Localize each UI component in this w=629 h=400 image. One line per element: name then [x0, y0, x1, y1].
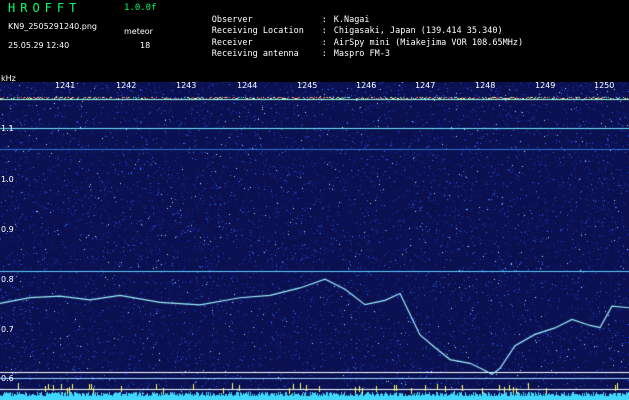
info-separator: : [321, 49, 327, 59]
x-tick-label: 1245 [297, 81, 318, 90]
y-tick-label: 0.6 [1, 374, 14, 383]
meteor-label: meteor [124, 27, 153, 36]
info-separator: : [321, 14, 327, 25]
x-tick-label: 1248 [475, 81, 496, 90]
y-axis-unit: kHz [1, 74, 16, 83]
info-key: Receiving Location [211, 26, 304, 36]
app-version: 1.0.0f [124, 3, 157, 13]
meteor-count: 18 [140, 41, 151, 50]
info-value: Maspro FM-3 [333, 49, 391, 59]
y-tick-label: 0.8 [1, 275, 14, 284]
x-tick-label: 1242 [116, 81, 137, 90]
y-tick-label: 0.9 [1, 225, 14, 234]
x-tick-label: 1247 [415, 81, 436, 90]
y-tick-label: 1.1 [1, 124, 14, 133]
y-tick-label: 0.7 [1, 325, 14, 334]
x-tick-label: 1246 [356, 81, 377, 90]
timestamp: 25.05.29 12:40 [8, 41, 70, 50]
info-separator: : [321, 26, 327, 36]
x-tick-label: 1243 [176, 81, 197, 90]
station-info: Observer: K.Nagai Receiving Location: Chig… [181, 3, 524, 60]
header-panel: HROFFT 1.0.0f KN9_2505291240.png meteor … [0, 0, 629, 82]
info-key: Observer [211, 14, 253, 25]
info-key: Receiving antenna [211, 49, 299, 59]
y-tick-label: 1.0 [1, 175, 14, 184]
info-value: Chigasaki, Japan (139.414 35.340) [333, 26, 503, 36]
x-tick-label: 1241 [55, 81, 76, 90]
info-value: K.Nagai [333, 14, 370, 25]
info-key: Receiver [211, 37, 253, 48]
image-filename: KN9_2505291240.png [8, 22, 97, 31]
info-value: AirSpy mini (Miakejima VOR 108.65MHz) [333, 37, 524, 48]
waterfall-spectrogram [0, 82, 629, 400]
info-separator: : [321, 37, 327, 48]
x-tick-label: 1244 [237, 81, 258, 90]
x-tick-label: 1249 [535, 81, 556, 90]
x-tick-label: 1250 [594, 81, 615, 90]
info-row-observer: Observer: K.Nagai [181, 3, 523, 25]
app-title: HROFFT [8, 1, 82, 15]
